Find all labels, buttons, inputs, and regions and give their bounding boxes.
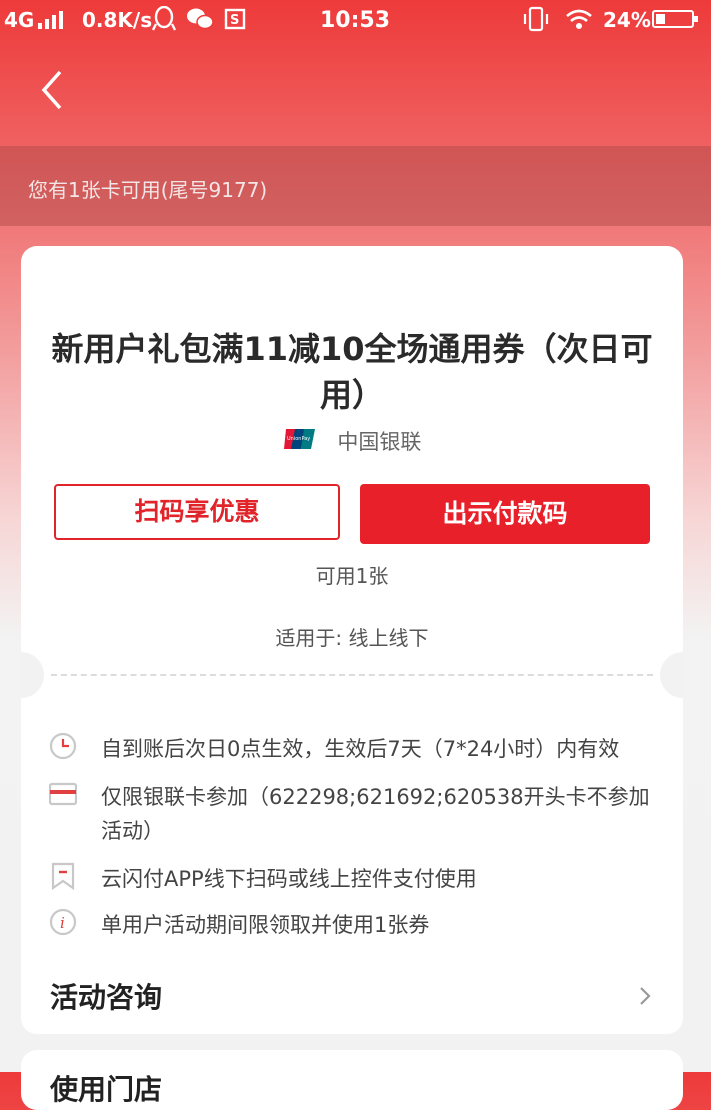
card-availability-text: 您有1张卡可用(尾号9177) [28, 178, 268, 202]
activity-consult-label: 活动咨询 [50, 981, 163, 1014]
clock-icon [49, 732, 77, 760]
issuer-name: 中国银联 [337, 430, 422, 454]
rule-text: 自到账后次日0点生效，生效后7天（7*24小时）内有效 [101, 737, 620, 761]
clock-time: 10:53 [320, 8, 391, 33]
card-availability-strip: 您有1张卡可用(尾号9177) [0, 146, 711, 226]
chevron-left-icon [41, 70, 62, 110]
info-icon: i [49, 908, 77, 936]
wechat-icon [186, 7, 214, 36]
battery-level: 24% [603, 8, 651, 32]
back-button[interactable] [30, 62, 74, 118]
coupon-issuer: UnionPay 中国银联 [21, 426, 683, 456]
chevron-right-icon [640, 987, 651, 1005]
svg-text:i: i [60, 914, 65, 932]
rule-text: 仅限银联卡参加（622298;621692;620538开头卡不参加活动） [101, 785, 650, 843]
store-section-label: 使用门店 [50, 1073, 163, 1106]
dashed-divider [51, 674, 653, 676]
card-notch-right [660, 652, 683, 698]
svg-text:S: S [230, 13, 239, 28]
status-bar: 4G 0.8K/s S 10:53 24% [0, 0, 711, 40]
show-payment-code-button[interactable]: 出示付款码 [360, 484, 650, 544]
bookmark-icon [51, 862, 75, 890]
scan-discount-button[interactable]: 扫码享优惠 [54, 484, 340, 540]
unionpay-logo: UnionPay [283, 428, 317, 455]
rule-text: 单用户活动期间限领取并使用1张券 [101, 913, 430, 937]
network-speed: 0.8K/s [82, 8, 153, 32]
rule-text: 云闪付APP线下扫码或线上控件支付使用 [101, 867, 477, 891]
sim-icon: S [224, 8, 246, 35]
card-icon [49, 782, 77, 806]
activity-consult-row[interactable]: 活动咨询 [21, 966, 683, 1026]
svg-text:UnionPay: UnionPay [287, 436, 310, 442]
signal-icon [38, 10, 68, 34]
card-notch-left [21, 652, 44, 698]
battery-icon [652, 9, 700, 34]
applicable-scope: 适用于: 线上线下 [275, 626, 429, 650]
coupon-title: 新用户礼包满11减10全场通用券（次日可用） [51, 330, 653, 414]
available-count: 可用1张 [315, 564, 389, 588]
wifi-icon [565, 8, 593, 35]
coupon-card: 新用户礼包满11减10全场通用券（次日可用） UnionPay 中国银联 扫码享… [21, 246, 683, 1034]
vibrate-icon [522, 6, 550, 37]
store-section: 使用门店 [21, 1050, 683, 1110]
network-type: 4G [4, 8, 35, 32]
qq-icon [151, 5, 177, 37]
nav-bar [0, 40, 711, 145]
